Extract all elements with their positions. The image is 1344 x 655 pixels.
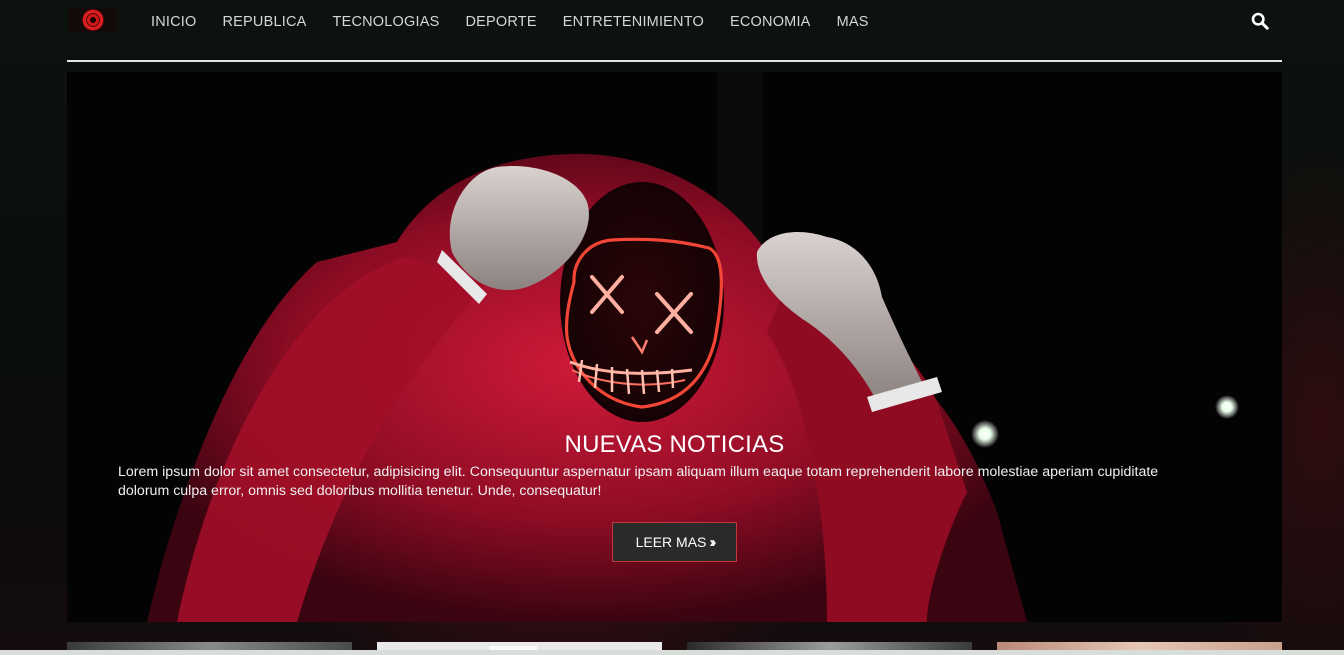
hero-banner: NUEVAS NOTICIAS Lorem ipsum dolor sit am… xyxy=(67,72,1282,622)
nav-item-tecnologias[interactable]: TECNOLOGIAS xyxy=(333,12,440,32)
bottom-edge xyxy=(0,650,1344,655)
nav-menu: INICIO REPUBLICA TECNOLOGIAS DEPORTE ENT… xyxy=(151,12,895,32)
hero-title: NUEVAS NOTICIAS xyxy=(564,431,785,458)
hero-description: Lorem ipsum dolor sit amet consectetur, … xyxy=(118,464,1159,499)
nav-item-republica[interactable]: REPUBLICA xyxy=(223,12,307,32)
nav-item-inicio[interactable]: INICIO xyxy=(151,12,197,32)
read-more-button[interactable]: LEER MAS ›› xyxy=(612,522,737,562)
nav-item-mas[interactable]: MAS xyxy=(837,12,869,32)
logo-icon xyxy=(81,9,104,31)
double-chevron-right-icon: ›› xyxy=(709,533,716,551)
read-more-label: LEER MAS xyxy=(635,534,707,550)
nav-divider xyxy=(67,60,1282,62)
nav-item-entretenimiento[interactable]: ENTRETENIMIENTO xyxy=(563,12,704,32)
nav-item-deporte[interactable]: DEPORTE xyxy=(465,12,536,32)
search-icon[interactable] xyxy=(1251,12,1269,30)
site-logo[interactable] xyxy=(68,8,117,32)
navbar: INICIO REPUBLICA TECNOLOGIAS DEPORTE ENT… xyxy=(0,0,1344,44)
hero-caption: NUEVAS NOTICIAS Lorem ipsum dolor sit am… xyxy=(67,430,1282,501)
nav-item-economia[interactable]: ECONOMIA xyxy=(730,12,811,32)
